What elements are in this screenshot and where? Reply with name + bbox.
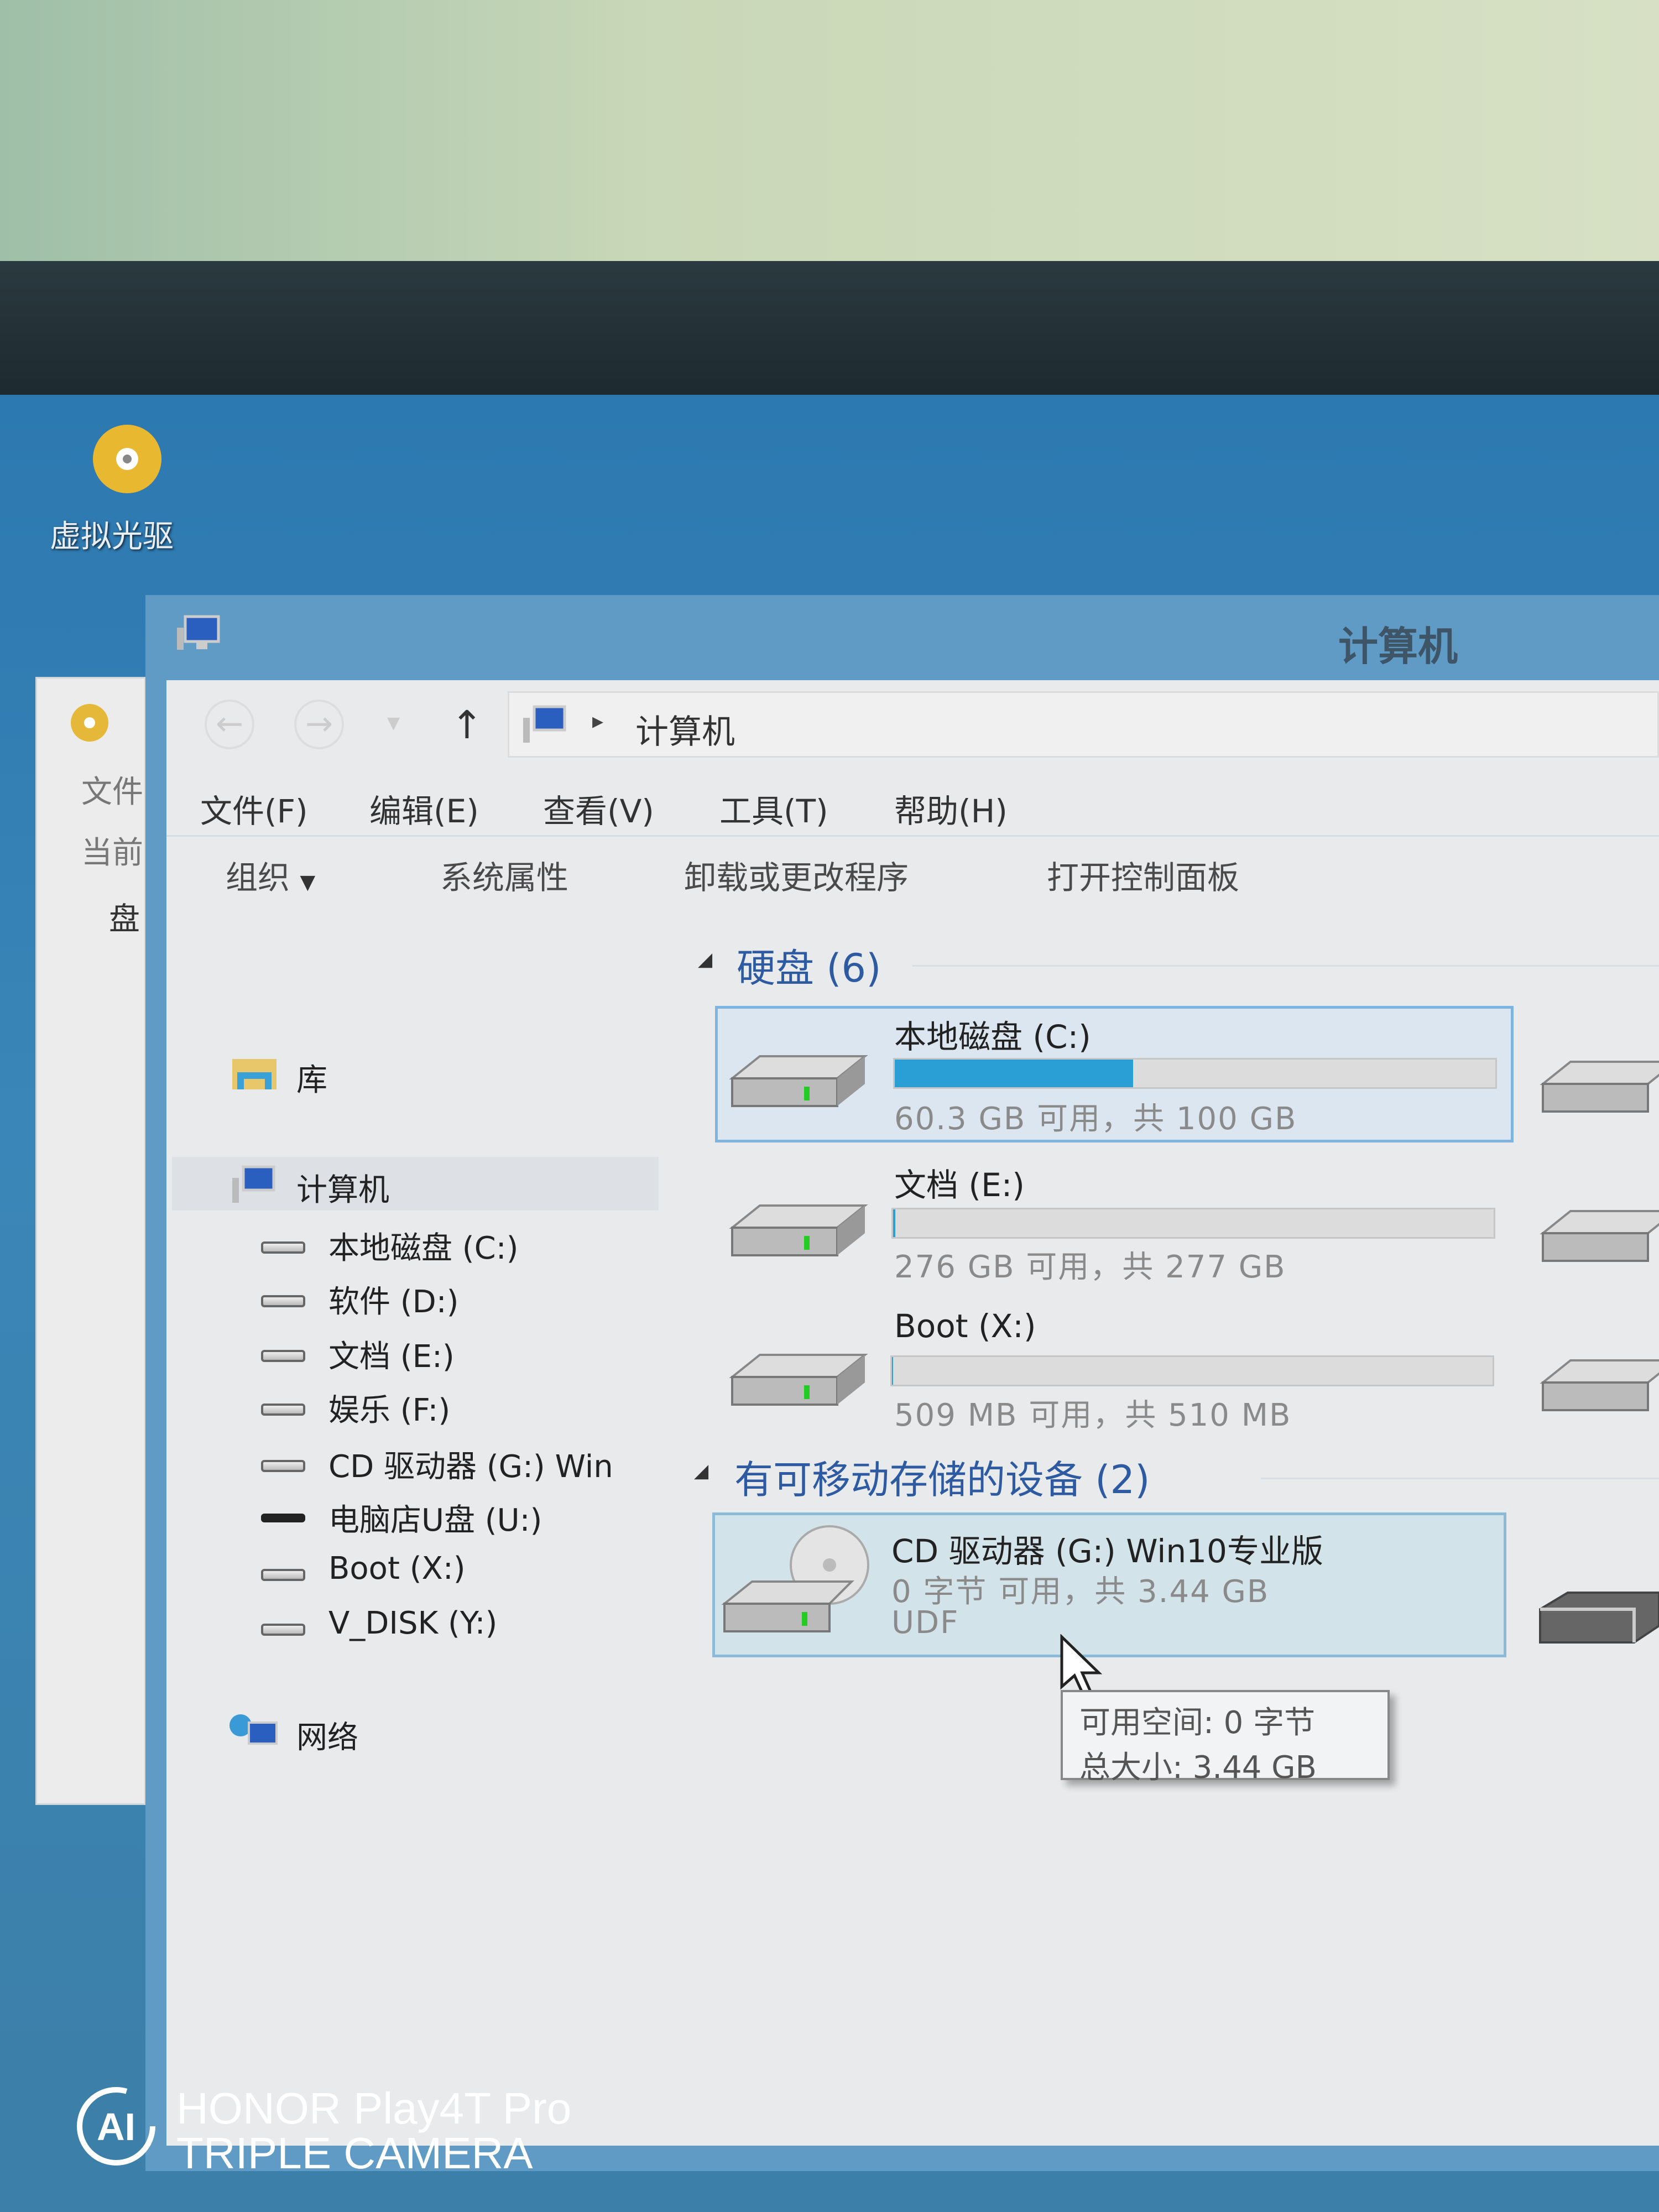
nav-computer[interactable]: 计算机	[296, 1165, 389, 1210]
menu-file[interactable]: 文件(F)	[200, 785, 308, 832]
background-window[interactable]: 文件 当前 盘	[35, 677, 146, 1805]
nav-drive-g[interactable]: CD 驱动器 (G:) Win	[328, 1442, 613, 1486]
tooltip: 可用空间: 0 字节 总大小: 3.44 GB	[1061, 1690, 1390, 1780]
back-button[interactable]: ←	[205, 700, 254, 749]
tooltip-free-space: 可用空间: 0 字节	[1079, 1698, 1387, 1743]
system-properties-button[interactable]: 系统属性	[440, 852, 568, 898]
nav-library[interactable]: 库	[296, 1055, 327, 1100]
virtual-drive-label: 虚拟光驱	[50, 512, 174, 556]
computer-icon	[174, 614, 224, 658]
drive-name: 本地磁盘 (C:)	[894, 1011, 1091, 1057]
nav-drive-f[interactable]: 娱乐 (F:)	[328, 1385, 450, 1430]
nav-drive-e[interactable]: 文档 (E:)	[328, 1332, 455, 1376]
drive-info: 509 MB 可用，共 510 MB	[894, 1390, 1291, 1435]
disc-icon	[67, 701, 112, 745]
svg-text:AI: AI	[97, 2105, 135, 2148]
history-dropdown[interactable]: ▼	[387, 713, 400, 733]
collapse-triangle-icon[interactable]: ◢	[694, 1460, 708, 1482]
open-control-panel-button[interactable]: 打开控制面板	[1047, 852, 1239, 898]
group-divider	[912, 965, 1659, 967]
usage-bar	[890, 1355, 1494, 1386]
window-title: 计算机	[1338, 614, 1458, 672]
breadcrumb-arrow-icon: ▸	[592, 708, 603, 734]
hard-drive-icon	[727, 1344, 870, 1416]
forward-button[interactable]: →	[294, 700, 344, 749]
nav-drive-y[interactable]: V_DISK (Y:)	[328, 1605, 497, 1641]
network-icon	[227, 1712, 282, 1753]
uninstall-program-button[interactable]: 卸载或更改程序	[684, 852, 909, 898]
menu-help[interactable]: 帮助(H)	[894, 785, 1008, 832]
group-divider	[1261, 1478, 1659, 1479]
address-bar[interactable]: ▸ 计算机	[508, 691, 1659, 758]
menu-tools[interactable]: 工具(T)	[719, 785, 828, 832]
drive-info: 276 GB 可用，共 277 GB	[894, 1242, 1286, 1287]
organize-label: 组织	[226, 859, 290, 896]
usage-fill	[892, 1357, 893, 1385]
watermark-model: HONOR Play4T Pro	[176, 2083, 571, 2134]
drive-icon	[261, 1350, 305, 1362]
usage-bar	[891, 1208, 1495, 1239]
collapse-triangle-icon[interactable]: ◢	[698, 948, 712, 971]
group-header-hdd[interactable]: 硬盘 (6)	[737, 937, 881, 993]
nav-drive-c[interactable]: 本地磁盘 (C:)	[328, 1223, 518, 1268]
bg-text: 文件	[81, 767, 143, 812]
drive-name: CD 驱动器 (G:) Win10专业版	[891, 1525, 1323, 1572]
up-button[interactable]: ↑	[451, 702, 483, 748]
drive-filesystem: UDF	[891, 1605, 959, 1641]
drive-icon	[261, 1241, 305, 1254]
hard-drive-icon	[1537, 1349, 1659, 1421]
divider	[166, 835, 1659, 837]
usb-drive-icon	[261, 1514, 305, 1522]
nav-drive-u[interactable]: 电脑店U盘 (U:)	[328, 1495, 542, 1540]
menu-view[interactable]: 查看(V)	[543, 785, 654, 832]
computer-icon	[520, 704, 570, 748]
drive-icon	[261, 1295, 305, 1307]
drive-icon	[261, 1624, 305, 1636]
usb-drive-icon	[1535, 1582, 1659, 1653]
cd-drive-icon	[719, 1521, 879, 1642]
usage-fill	[893, 1209, 895, 1237]
nav-drive-d[interactable]: 软件 (D:)	[328, 1277, 458, 1322]
drive-name[interactable]: 文档 (E:)	[894, 1159, 1025, 1206]
group-header-removable[interactable]: 有可移动存储的设备 (2)	[734, 1449, 1150, 1505]
watermark-camera: TRIPLE CAMERA	[176, 2128, 533, 2179]
bg-text: 当前	[81, 828, 143, 873]
nav-drive-x[interactable]: Boot (X:)	[328, 1551, 466, 1587]
chevron-down-icon: ▼	[300, 871, 315, 894]
hard-drive-icon	[727, 1045, 870, 1117]
computer-icon	[229, 1164, 279, 1206]
drive-icon	[261, 1404, 305, 1416]
tooltip-total-size: 总大小: 3.44 GB	[1079, 1743, 1387, 1787]
nav-network[interactable]: 网络	[296, 1713, 358, 1757]
usage-fill	[895, 1060, 1133, 1087]
organize-button[interactable]: 组织 ▼	[226, 852, 315, 898]
breadcrumb-computer[interactable]: 计算机	[635, 705, 735, 753]
drive-name[interactable]: Boot (X:)	[894, 1307, 1036, 1345]
drive-icon	[261, 1569, 305, 1581]
library-icon	[229, 1053, 279, 1092]
menu-edit[interactable]: 编辑(E)	[369, 785, 479, 832]
hard-drive-icon	[727, 1194, 870, 1266]
cd-drive-icon	[261, 1460, 305, 1472]
background-wall	[0, 0, 1659, 261]
camera-ai-logo-icon: AI	[75, 2085, 158, 2168]
monitor-bezel	[0, 261, 1659, 395]
drive-info: 60.3 GB 可用，共 100 GB	[894, 1094, 1297, 1139]
usage-bar	[893, 1058, 1497, 1089]
virtual-drive-icon[interactable]	[83, 420, 171, 503]
hard-drive-icon	[1537, 1200, 1659, 1272]
bg-text: 盘	[109, 894, 140, 939]
hard-drive-icon	[1537, 1051, 1659, 1123]
